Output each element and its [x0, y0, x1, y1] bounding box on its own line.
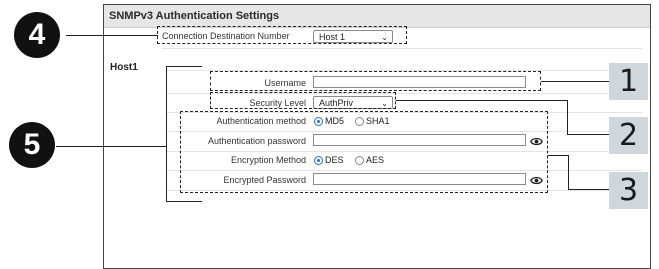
host-section-label: Host1 — [110, 62, 138, 73]
leader-line — [567, 134, 609, 135]
callout-box-1: 1 — [609, 63, 648, 100]
callout-box-2: 2 — [609, 117, 648, 154]
divider — [162, 48, 642, 49]
leader-line — [567, 100, 568, 134]
connection-destination-highlight — [157, 26, 407, 44]
callout-circle-5: 5 — [9, 122, 55, 168]
callout-box-3: 3 — [609, 172, 648, 209]
panel-title: SNMPv3 Authentication Settings — [109, 10, 280, 22]
leader-line — [568, 155, 569, 189]
username-highlight — [210, 71, 541, 91]
leader-line — [541, 81, 609, 82]
leader-line — [548, 155, 569, 156]
leader-line — [396, 100, 568, 101]
security-level-highlight — [210, 92, 396, 109]
panel-header: SNMPv3 Authentication Settings — [104, 5, 650, 28]
leader-line — [66, 35, 158, 36]
leader-line — [568, 189, 609, 190]
auth-encryption-highlight — [180, 111, 548, 193]
host-bracket — [166, 66, 202, 202]
callout-circle-4: 4 — [14, 12, 60, 58]
leader-line — [56, 146, 167, 147]
